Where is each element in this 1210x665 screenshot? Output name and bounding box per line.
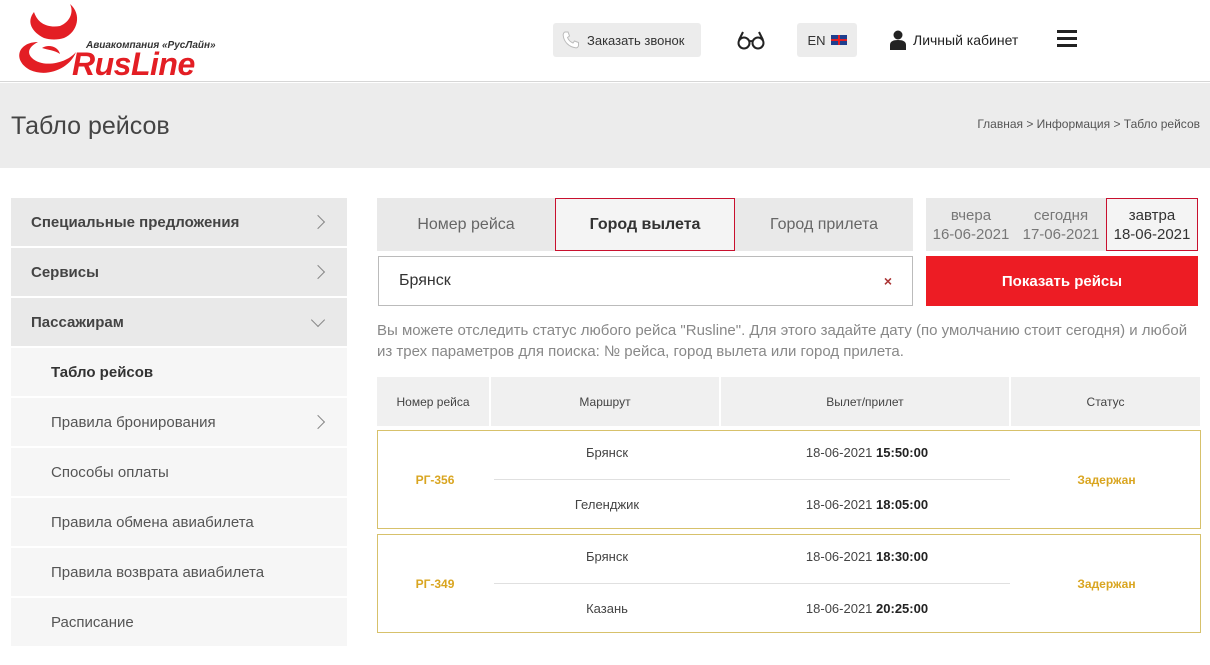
- show-flights-button[interactable]: Показать рейсы: [926, 256, 1198, 306]
- flight-number[interactable]: РГ-356: [378, 431, 492, 528]
- page-title: Табло рейсов: [11, 112, 170, 140]
- row-divider: [494, 583, 1010, 584]
- breadcrumb[interactable]: Главная > Информация > Табло рейсов: [977, 117, 1200, 131]
- order-call-label: Заказать звонок: [587, 32, 685, 48]
- departure-datetime: 18-06-2021 15:50:00: [722, 445, 1012, 460]
- clear-icon[interactable]: ×: [884, 273, 892, 289]
- order-call-button[interactable]: Заказать звонок: [553, 23, 701, 57]
- table-row[interactable]: РГ-356 Брянск 18-06-2021 15:50:00 Геленд…: [377, 430, 1201, 529]
- column-header-route: Маршрут: [491, 377, 721, 426]
- sidebar-item-label: Сервисы: [31, 263, 99, 281]
- column-header-status: Статус: [1086, 394, 1125, 409]
- date-option-tomorrow[interactable]: завтра 18-06-2021: [1106, 198, 1198, 251]
- arrival-time: 18:05:00: [876, 497, 929, 512]
- chevron-right-icon: [310, 264, 326, 280]
- arrival-time: 20:25:00: [876, 601, 929, 616]
- language-label: EN: [807, 32, 826, 48]
- menu-icon[interactable]: [1057, 30, 1077, 48]
- sidebar-item-label: Расписание: [51, 613, 134, 631]
- sidebar-item-label: Специальные предложения: [31, 213, 240, 231]
- date-word: сегодня: [1033, 206, 1089, 224]
- departure-date: 18-06-2021: [805, 445, 873, 460]
- chevron-right-icon: [310, 414, 326, 430]
- departure-time: 18:30:00: [876, 549, 929, 564]
- chevron-right-icon: [310, 214, 326, 230]
- date-value: 18-06-2021: [1113, 225, 1191, 243]
- flight-number[interactable]: РГ-349: [378, 535, 492, 632]
- sidebar-item-refund-rules[interactable]: Правила возврата авиабилета: [11, 548, 347, 596]
- tab-arrival-city[interactable]: Город прилета: [735, 198, 913, 251]
- arrival-city: Казань: [586, 601, 628, 616]
- date-selector: вчера 16-06-2021 сегодня 17-06-2021 завт…: [926, 198, 1198, 251]
- sidebar-item-schedule[interactable]: Расписание: [11, 598, 347, 646]
- sidebar: Специальные предложения Сервисы Пассажир…: [11, 198, 347, 648]
- personal-account-label: Личный кабинет: [913, 32, 1019, 48]
- glasses-icon[interactable]: [736, 28, 766, 52]
- sidebar-item-label: Пассажирам: [31, 313, 124, 331]
- search-hint-text: Вы можете отследить статус любого рейса …: [377, 322, 1188, 360]
- language-switch[interactable]: EN: [797, 23, 857, 57]
- sidebar-item-label: Правила бронирования: [51, 413, 216, 431]
- city-search-input[interactable]: Брянск ×: [378, 256, 913, 306]
- table-row[interactable]: РГ-349 Брянск 18-06-2021 18:30:00 Казань…: [377, 534, 1201, 633]
- sidebar-item-label: Правила обмена авиабилета: [51, 513, 254, 531]
- search-input-value: Брянск: [399, 272, 451, 289]
- tab-departure-city[interactable]: Город вылета: [555, 198, 735, 251]
- row-divider: [494, 479, 1010, 480]
- arrival-city: Геленджик: [574, 497, 640, 512]
- flight-status: Задержан: [1077, 576, 1136, 591]
- arrival-date: 18-06-2021: [805, 601, 873, 616]
- arrival-datetime: 18-06-2021 20:25:00: [722, 601, 1012, 616]
- arrival-datetime: 18-06-2021 18:05:00: [722, 497, 1012, 512]
- departure-datetime: 18-06-2021 18:30:00: [722, 549, 1012, 564]
- sidebar-item-passengers[interactable]: Пассажирам: [11, 298, 347, 346]
- date-option-today[interactable]: сегодня 17-06-2021: [1016, 198, 1106, 251]
- search-mode-tabs: Номер рейса Город вылета Город прилета: [377, 198, 913, 251]
- rusline-logo[interactable]: Авиакомпания «РусЛайн» RusLine: [8, 2, 228, 82]
- uk-flag-icon: [830, 35, 847, 45]
- date-word: вчера: [950, 206, 992, 224]
- sidebar-item-label: Способы оплаты: [51, 463, 169, 481]
- departure-city: Брянск: [585, 549, 629, 564]
- tab-flight-number[interactable]: Номер рейса: [377, 198, 555, 251]
- departure-city: Брянск: [585, 445, 629, 460]
- flight-status: Задержан: [1077, 472, 1136, 487]
- column-header-flight-number: Номер рейса: [377, 377, 491, 426]
- title-bar: Табло рейсов Главная > Информация > Табл…: [0, 83, 1210, 168]
- date-word: завтра: [1128, 206, 1176, 224]
- arrival-date: 18-06-2021: [805, 497, 873, 512]
- departure-date: 18-06-2021: [805, 549, 873, 564]
- sidebar-item-label: Правила возврата авиабилета: [51, 563, 265, 581]
- sidebar-item-payment-methods[interactable]: Способы оплаты: [11, 448, 347, 496]
- date-value: 17-06-2021: [1022, 225, 1100, 243]
- date-value: 16-06-2021: [932, 225, 1010, 243]
- site-header: Авиакомпания «РусЛайн» RusLine Заказать …: [0, 0, 1210, 82]
- sidebar-item-exchange-rules[interactable]: Правила обмена авиабилета: [11, 498, 347, 546]
- date-option-yesterday[interactable]: вчера 16-06-2021: [926, 198, 1016, 251]
- sidebar-item-booking-rules[interactable]: Правила бронирования: [11, 398, 347, 446]
- sidebar-item-services[interactable]: Сервисы: [11, 248, 347, 296]
- user-icon: [890, 30, 906, 50]
- personal-account-link[interactable]: Личный кабинет: [889, 30, 1018, 50]
- flights-table-header: Номер рейса Маршрут Вылет/прилет Статус: [377, 377, 1200, 426]
- sidebar-item-special-offers[interactable]: Специальные предложения: [11, 198, 347, 246]
- sidebar-item-label: Табло рейсов: [51, 363, 154, 381]
- chevron-down-icon: [310, 312, 326, 328]
- departure-time: 15:50:00: [876, 445, 929, 460]
- logo-wordmark: RusLine: [72, 46, 195, 82]
- sidebar-item-flight-board[interactable]: Табло рейсов: [11, 348, 347, 396]
- phone-icon: [562, 31, 579, 49]
- column-header-departure-arrival: Вылет/прилет: [721, 377, 1011, 426]
